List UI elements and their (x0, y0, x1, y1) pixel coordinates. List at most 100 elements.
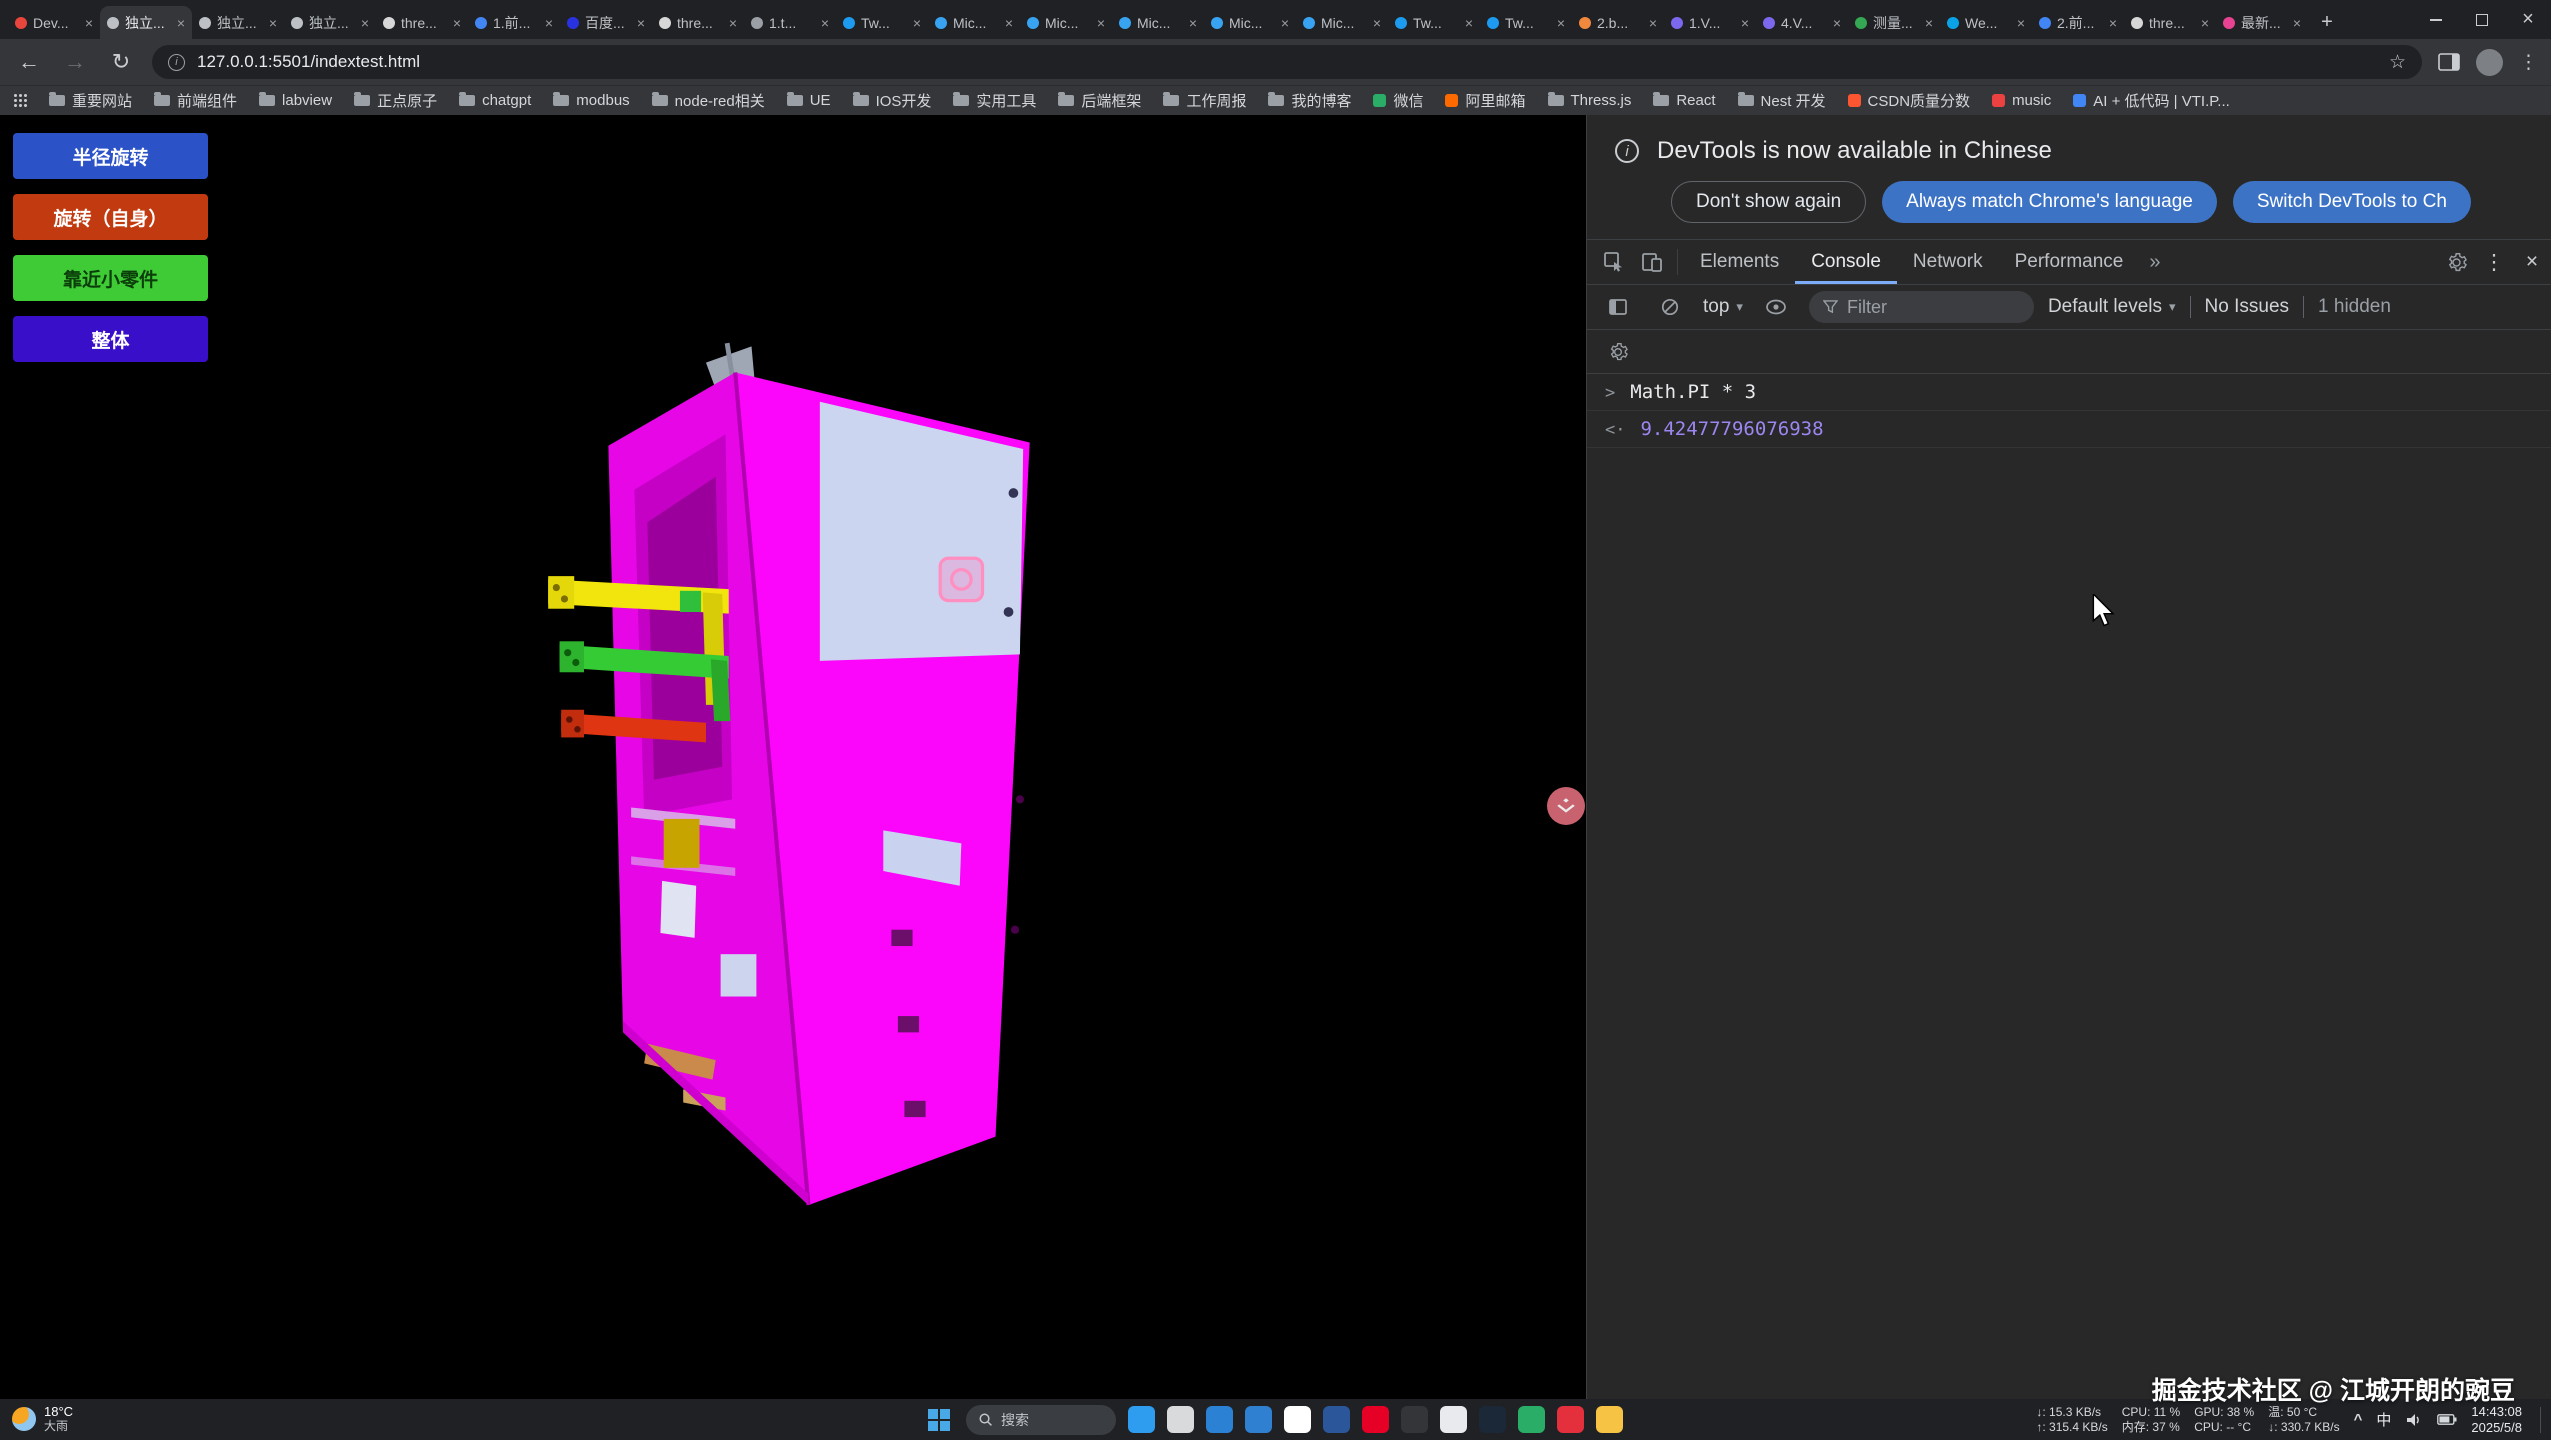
taskbar-app-icon[interactable] (1245, 1406, 1272, 1433)
taskbar-app-icon[interactable] (1323, 1406, 1350, 1433)
devtools-tab[interactable]: Network (1897, 240, 1999, 284)
tab-close-icon[interactable]: × (1005, 15, 1013, 31)
viewport-action-button[interactable]: 半径旋转 (13, 133, 208, 179)
browser-tab[interactable]: Tw... × (836, 6, 928, 39)
browser-tab[interactable]: 百度... × (560, 6, 652, 39)
browser-tab[interactable]: Dev... × (8, 6, 100, 39)
close-window-icon[interactable]: × (2505, 0, 2551, 39)
bookmark-item[interactable]: node-red相关 (652, 90, 765, 111)
device-toolbar-icon[interactable] (1633, 240, 1671, 284)
tab-close-icon[interactable]: × (2017, 15, 2025, 31)
devtools-close-icon[interactable]: × (2513, 240, 2551, 284)
console-settings-gear-icon[interactable] (1599, 342, 1637, 362)
bookmark-item[interactable]: 实用工具 (953, 90, 1036, 111)
start-button-icon[interactable] (928, 1409, 950, 1431)
taskbar-app-icon[interactable] (1362, 1406, 1389, 1433)
taskbar-app-icon[interactable] (1557, 1406, 1584, 1433)
bookmark-item[interactable]: CSDN质量分数 (1848, 90, 1971, 111)
tab-close-icon[interactable]: × (361, 15, 369, 31)
profile-avatar[interactable] (2476, 49, 2503, 76)
browser-tab[interactable]: Mic... × (1112, 6, 1204, 39)
taskbar-search-box[interactable] (966, 1405, 1116, 1435)
browser-tab[interactable]: Mic... × (928, 6, 1020, 39)
bookmark-item[interactable]: AI + 低代码 | VTI.P... (2073, 90, 2230, 111)
tab-close-icon[interactable]: × (1465, 15, 1473, 31)
forward-icon[interactable]: → (60, 49, 90, 75)
devtools-settings-gear-icon[interactable] (2437, 240, 2475, 284)
tab-close-icon[interactable]: × (1281, 15, 1289, 31)
switch-devtools-language-button[interactable]: Switch DevTools to Ch (2233, 181, 2471, 223)
bookmark-item[interactable]: React (1653, 92, 1715, 109)
taskbar-app-icon[interactable] (1479, 1406, 1506, 1433)
viewport-action-button[interactable]: 整体 (13, 316, 208, 362)
new-tab-button[interactable]: + (2312, 7, 2342, 37)
minimize-button-icon[interactable] (2413, 0, 2459, 39)
bookmark-item[interactable]: 微信 (1373, 90, 1423, 111)
tab-close-icon[interactable]: × (1373, 15, 1381, 31)
tab-close-icon[interactable]: × (2109, 15, 2117, 31)
apps-grid-icon[interactable] (14, 94, 27, 107)
tab-close-icon[interactable]: × (269, 15, 277, 31)
browser-tab[interactable]: 4.V... × (1756, 6, 1848, 39)
browser-tab[interactable]: Tw... × (1480, 6, 1572, 39)
side-panel-icon[interactable] (2438, 52, 2460, 72)
taskbar-app-icon[interactable] (1596, 1406, 1623, 1433)
ime-indicator[interactable]: 中 (2376, 1409, 2391, 1430)
bookmark-item[interactable]: chatgpt (459, 92, 531, 109)
tab-close-icon[interactable]: × (821, 15, 829, 31)
console-output[interactable]: > Math.PI * 3 <· 9.42477796076938 (1587, 374, 2551, 1399)
taskbar-app-icon[interactable] (1206, 1406, 1233, 1433)
devtools-menu-kebab-icon[interactable]: ⋮ (2475, 240, 2513, 284)
inspect-element-icon[interactable] (1595, 240, 1633, 284)
taskbar-app-icon[interactable] (1401, 1406, 1428, 1433)
tray-chevron-up-icon[interactable]: ^ (2354, 1411, 2363, 1428)
bookmark-item[interactable]: 后端框架 (1058, 90, 1141, 111)
browser-tab[interactable]: 最新... × (2216, 6, 2308, 39)
bookmark-item[interactable]: 重要网站 (49, 90, 132, 111)
taskbar-app-icon[interactable] (1128, 1406, 1155, 1433)
tab-close-icon[interactable]: × (1097, 15, 1105, 31)
tab-close-icon[interactable]: × (453, 15, 461, 31)
browser-tab[interactable]: Mic... × (1204, 6, 1296, 39)
browser-tab[interactable]: Tw... × (1388, 6, 1480, 39)
console-filter-box[interactable] (1809, 291, 2034, 323)
console-entry[interactable]: <· 9.42477796076938 (1587, 411, 2551, 448)
bookmark-item[interactable]: music (1992, 92, 2051, 109)
bookmark-item[interactable]: modbus (553, 92, 629, 109)
address-bar[interactable]: i 127.0.0.1:5501/indextest.html ☆ (152, 45, 2422, 79)
browser-tab[interactable]: 测量... × (1848, 6, 1940, 39)
console-entry[interactable]: > Math.PI * 3 (1587, 374, 2551, 411)
back-icon[interactable]: ← (14, 49, 44, 75)
browser-tab[interactable]: thre... × (2124, 6, 2216, 39)
dont-show-again-button[interactable]: Don't show again (1671, 181, 1866, 223)
bookmark-item[interactable]: UE (787, 92, 831, 109)
bookmark-item[interactable]: 正点原子 (354, 90, 437, 111)
tab-close-icon[interactable]: × (1189, 15, 1197, 31)
tab-close-icon[interactable]: × (637, 15, 645, 31)
tab-close-icon[interactable]: × (913, 15, 921, 31)
browser-tab[interactable]: We... × (1940, 6, 2032, 39)
filter-input[interactable] (1847, 297, 1997, 318)
bookmark-item[interactable]: IOS开发 (853, 90, 932, 111)
devtools-tab[interactable]: Performance (1999, 240, 2140, 284)
bookmark-item[interactable]: 我的博客 (1268, 90, 1351, 111)
browser-tab[interactable]: 独立... × (192, 6, 284, 39)
taskbar-app-icon[interactable] (1167, 1406, 1194, 1433)
browser-tab[interactable]: Mic... × (1296, 6, 1388, 39)
bookmark-item[interactable]: Thress.js (1548, 92, 1632, 109)
devtools-tab[interactable]: Elements (1684, 240, 1795, 284)
browser-tab[interactable]: 1.t... × (744, 6, 836, 39)
taskbar-app-icon[interactable] (1284, 1406, 1311, 1433)
bookmark-item[interactable]: 阿里邮箱 (1445, 90, 1525, 111)
browser-tab[interactable]: 独立... × (284, 6, 376, 39)
browser-menu-kebab-icon[interactable]: ⋮ (2519, 51, 2537, 74)
viewport-action-button[interactable]: 旋转（自身） (13, 194, 208, 240)
browser-tab[interactable]: 2.前... × (2032, 6, 2124, 39)
tab-close-icon[interactable]: × (545, 15, 553, 31)
issues-counter[interactable]: No Issues (2205, 296, 2289, 318)
browser-tab[interactable]: 独立... × (100, 6, 192, 39)
more-tabs-icon[interactable]: » (2139, 240, 2170, 284)
live-expression-eye-icon[interactable] (1757, 299, 1795, 315)
show-desktop-strip[interactable] (2540, 1407, 2541, 1433)
taskbar-app-icon[interactable] (1518, 1406, 1545, 1433)
